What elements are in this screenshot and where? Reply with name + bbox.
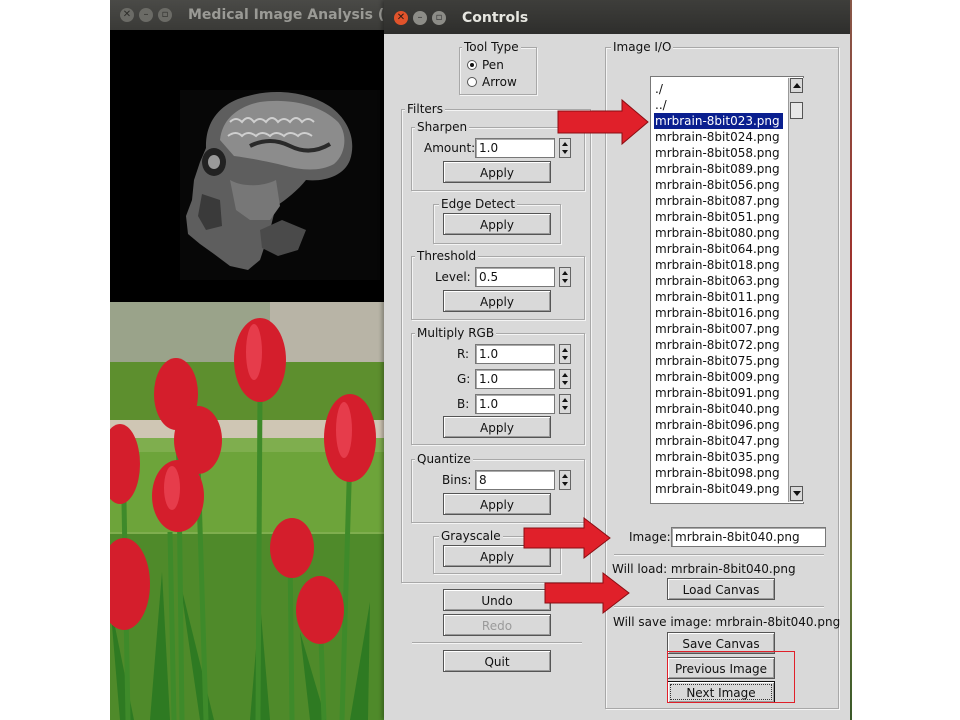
file-list-item[interactable]: mrbrain-8bit063.png	[654, 273, 803, 289]
file-list[interactable]: ./../mrbrain-8bit023.png mrbrain-8bit024.…	[650, 76, 804, 504]
threshold-apply-button[interactable]: Apply	[443, 290, 551, 312]
file-list-item[interactable]: ../	[654, 97, 803, 113]
b-label: B:	[457, 397, 470, 411]
file-list-item[interactable]: mrbrain-8bit047.png	[654, 433, 803, 449]
file-list-item[interactable]: mrbrain-8bit091.png	[654, 385, 803, 401]
file-list-item[interactable]: mrbrain-8bit072.png	[654, 337, 803, 353]
file-list-item[interactable]: mrbrain-8bit075.png	[654, 353, 803, 369]
mri-scan-image[interactable]	[110, 30, 388, 302]
quantize-apply-button[interactable]: Apply	[443, 493, 551, 515]
title-bar[interactable]: ✕ – ▫ Medical Image Analysis (	[110, 0, 388, 30]
sharpen-apply-button[interactable]: Apply	[443, 161, 551, 183]
window-title: Controls	[462, 10, 529, 26]
undo-button[interactable]: Undo	[443, 589, 551, 611]
arrow-label: Arrow	[482, 75, 517, 89]
close-icon[interactable]: ✕	[394, 11, 408, 25]
divider	[614, 606, 824, 608]
threshold-label: Threshold	[415, 249, 479, 263]
file-list-item[interactable]: mrbrain-8bit016.png	[654, 305, 803, 321]
file-list-item[interactable]: mrbrain-8bit089.png	[654, 161, 803, 177]
file-list-item[interactable]: mrbrain-8bit007.png	[654, 321, 803, 337]
minimize-icon[interactable]: –	[139, 8, 153, 22]
r-label: R:	[457, 347, 470, 361]
annotation-arrow-icon	[557, 98, 649, 146]
level-label: Level:	[435, 270, 471, 284]
file-list-item[interactable]: mrbrain-8bit058.png	[654, 145, 803, 161]
filters-label: Filters	[405, 102, 445, 116]
window-title: Medical Image Analysis (	[188, 7, 385, 23]
divider	[614, 554, 824, 556]
file-list-item[interactable]: mrbrain-8bit064.png	[654, 241, 803, 257]
title-bar[interactable]: ✕ – ▫ Controls	[384, 0, 850, 34]
file-list-item[interactable]: ./	[654, 81, 803, 97]
file-list-item[interactable]: mrbrain-8bit098.png	[654, 465, 803, 481]
will-load-text: Will load: mrbrain-8bit040.png	[612, 562, 796, 576]
annotation-arrow-icon	[544, 571, 630, 615]
quantize-bins-input[interactable]: 8	[475, 470, 555, 490]
pen-radio[interactable]	[467, 60, 477, 70]
file-list-item[interactable]: mrbrain-8bit096.png	[654, 417, 803, 433]
desktop-background	[846, 0, 960, 720]
file-list-item[interactable]: mrbrain-8bit035.png	[654, 449, 803, 465]
amount-label: Amount:	[424, 141, 476, 155]
sharpen-label: Sharpen	[415, 120, 470, 134]
edge-detect-label: Edge Detect	[439, 197, 518, 211]
tulip-photo[interactable]	[110, 302, 388, 720]
file-list-scrollbar[interactable]	[788, 78, 804, 502]
file-list-item[interactable]: mrbrain-8bit080.png	[654, 225, 803, 241]
multiply-b-spinner[interactable]	[559, 394, 571, 414]
quantize-bins-spinner[interactable]	[559, 470, 571, 490]
scroll-down-icon[interactable]	[790, 486, 803, 501]
threshold-level-input[interactable]: 0.5	[475, 267, 555, 287]
redo-button[interactable]: Redo	[443, 614, 551, 636]
scroll-thumb[interactable]	[790, 102, 803, 119]
file-list-item[interactable]: mrbrain-8bit009.png	[654, 369, 803, 385]
will-save-text: Will save image: mrbrain-8bit040.png	[613, 615, 841, 629]
file-list-item[interactable]: mrbrain-8bit011.png	[654, 289, 803, 305]
file-list-item[interactable]: mrbrain-8bit023.png	[654, 113, 783, 129]
threshold-level-spinner[interactable]	[559, 267, 571, 287]
annotation-highlight-box	[667, 651, 795, 703]
quantize-label: Quantize	[415, 452, 473, 466]
multiply-g-spinner[interactable]	[559, 369, 571, 389]
g-label: G:	[457, 372, 471, 386]
maximize-icon[interactable]: ▫	[158, 8, 172, 22]
medical-image-window: ✕ – ▫ Medical Image Analysis (	[110, 0, 388, 720]
file-list-item[interactable]: mrbrain-8bit018.png	[654, 257, 803, 273]
minimize-icon[interactable]: –	[413, 11, 427, 25]
multiply-r-spinner[interactable]	[559, 344, 571, 364]
multiply-rgb-apply-button[interactable]: Apply	[443, 416, 551, 438]
image-filename-input[interactable]: mrbrain-8bit040.png	[671, 527, 826, 547]
grayscale-label: Grayscale	[439, 529, 503, 543]
scroll-up-icon[interactable]	[790, 78, 803, 93]
image-io-label: Image I/O	[611, 40, 674, 54]
multiply-r-input[interactable]: 1.0	[475, 344, 555, 364]
file-list-item[interactable]: mrbrain-8bit056.png	[654, 177, 803, 193]
file-list-item[interactable]: mrbrain-8bit051.png	[654, 209, 803, 225]
file-list-item[interactable]: mrbrain-8bit040.png	[654, 401, 803, 417]
divider	[412, 642, 582, 644]
sharpen-amount-input[interactable]: 1.0	[475, 138, 555, 158]
close-icon[interactable]: ✕	[120, 8, 134, 22]
multiply-rgb-label: Multiply RGB	[415, 326, 497, 340]
image-label: Image:	[629, 530, 671, 544]
load-canvas-button[interactable]: Load Canvas	[667, 578, 775, 600]
file-list-item[interactable]: mrbrain-8bit024.png	[654, 129, 803, 145]
tool-type-label: Tool Type	[462, 40, 521, 54]
multiply-g-input[interactable]: 1.0	[475, 369, 555, 389]
file-list-item[interactable]: mrbrain-8bit087.png	[654, 193, 803, 209]
maximize-icon[interactable]: ▫	[432, 11, 446, 25]
edge-detect-apply-button[interactable]: Apply	[443, 213, 551, 235]
arrow-radio[interactable]	[467, 77, 477, 87]
pen-label: Pen	[482, 58, 504, 72]
annotation-arrow-icon	[523, 516, 611, 560]
file-list-items: ./../mrbrain-8bit023.png mrbrain-8bit024.…	[651, 77, 803, 497]
bins-label: Bins:	[442, 473, 472, 487]
file-list-item[interactable]: mrbrain-8bit049.png	[654, 481, 803, 497]
quit-button[interactable]: Quit	[443, 650, 551, 672]
multiply-b-input[interactable]: 1.0	[475, 394, 555, 414]
